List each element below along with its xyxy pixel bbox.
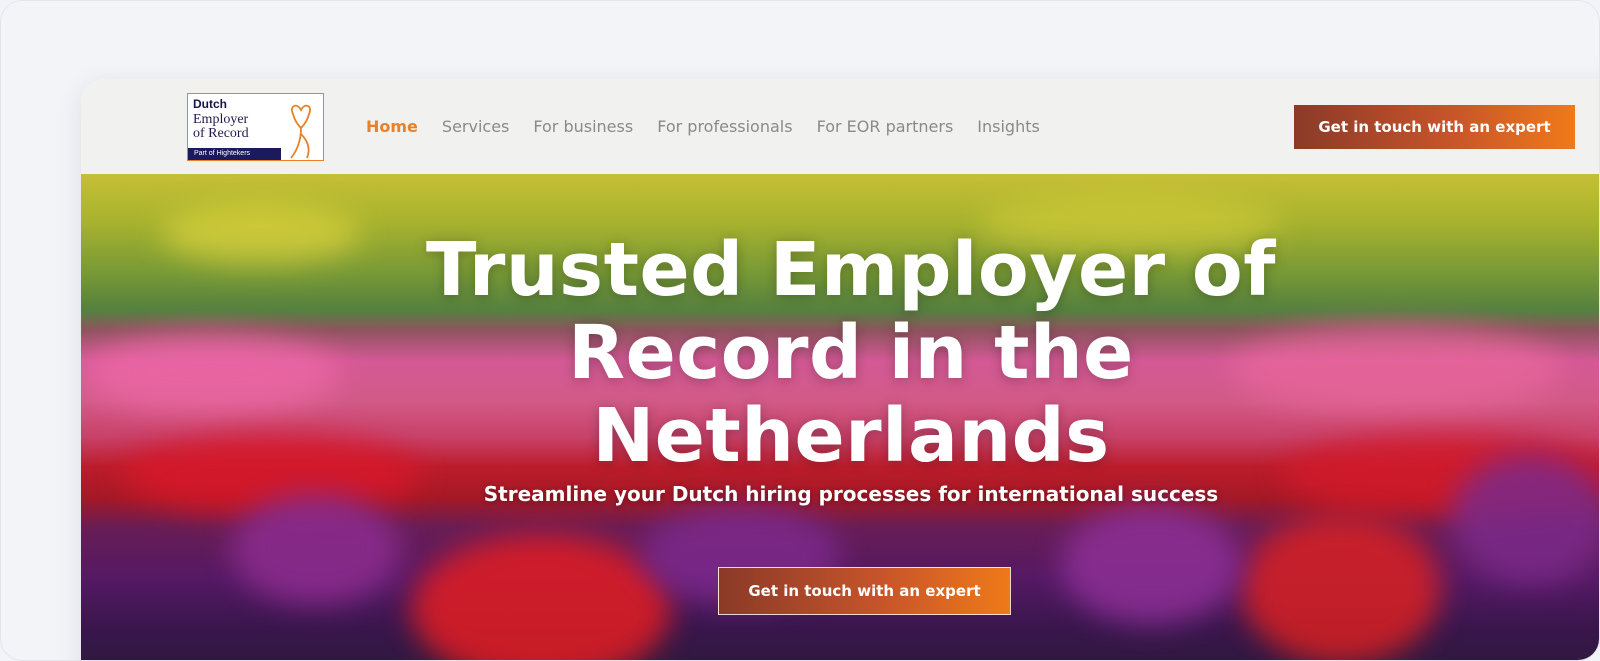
logo-line-dutch: Dutch (193, 97, 227, 111)
main-nav: Home Services For business For professio… (366, 79, 1064, 174)
logo-part-of-badge: Part of Hightekers (188, 148, 281, 160)
hero-section: Trusted Employer of Record in the Nether… (81, 174, 1599, 660)
hero-photo-red-blur (411, 534, 671, 660)
hero-title: Trusted Employer of Record in the Nether… (81, 227, 1599, 479)
nav-home[interactable]: Home (366, 117, 418, 136)
header-contact-button[interactable]: Get in touch with an expert (1294, 105, 1575, 149)
site-header: Dutch Employer of Record Part of Hightek… (81, 79, 1599, 174)
tulip-logo-icon (290, 104, 311, 159)
hero-photo-purple-blur (1061, 504, 1241, 624)
hero-contact-button[interactable]: Get in touch with an expert (718, 567, 1011, 615)
hero-photo-purple-blur (231, 494, 401, 604)
hero-title-line: Record in the (568, 310, 1134, 396)
logo-line-employer: Employer (193, 112, 249, 127)
hero-photo-red-blur (1241, 514, 1441, 660)
hero-title-line: Trusted Employer of (426, 227, 1276, 313)
hero-subtitle: Streamline your Dutch hiring processes f… (483, 482, 1219, 506)
hero-title-line: Netherlands (592, 393, 1110, 479)
nav-for-eor-partners[interactable]: For EOR partners (817, 117, 954, 136)
nav-insights[interactable]: Insights (977, 117, 1040, 136)
nav-for-business[interactable]: For business (533, 117, 633, 136)
site-logo[interactable]: Dutch Employer of Record Part of Hightek… (187, 93, 324, 161)
logo-line-record: of Record (193, 126, 249, 141)
nav-services[interactable]: Services (442, 117, 509, 136)
screenshot-frame: Dutch Employer of Record Part of Hightek… (0, 0, 1600, 661)
browser-window: Dutch Employer of Record Part of Hightek… (81, 79, 1599, 660)
nav-for-professionals[interactable]: For professionals (657, 117, 792, 136)
